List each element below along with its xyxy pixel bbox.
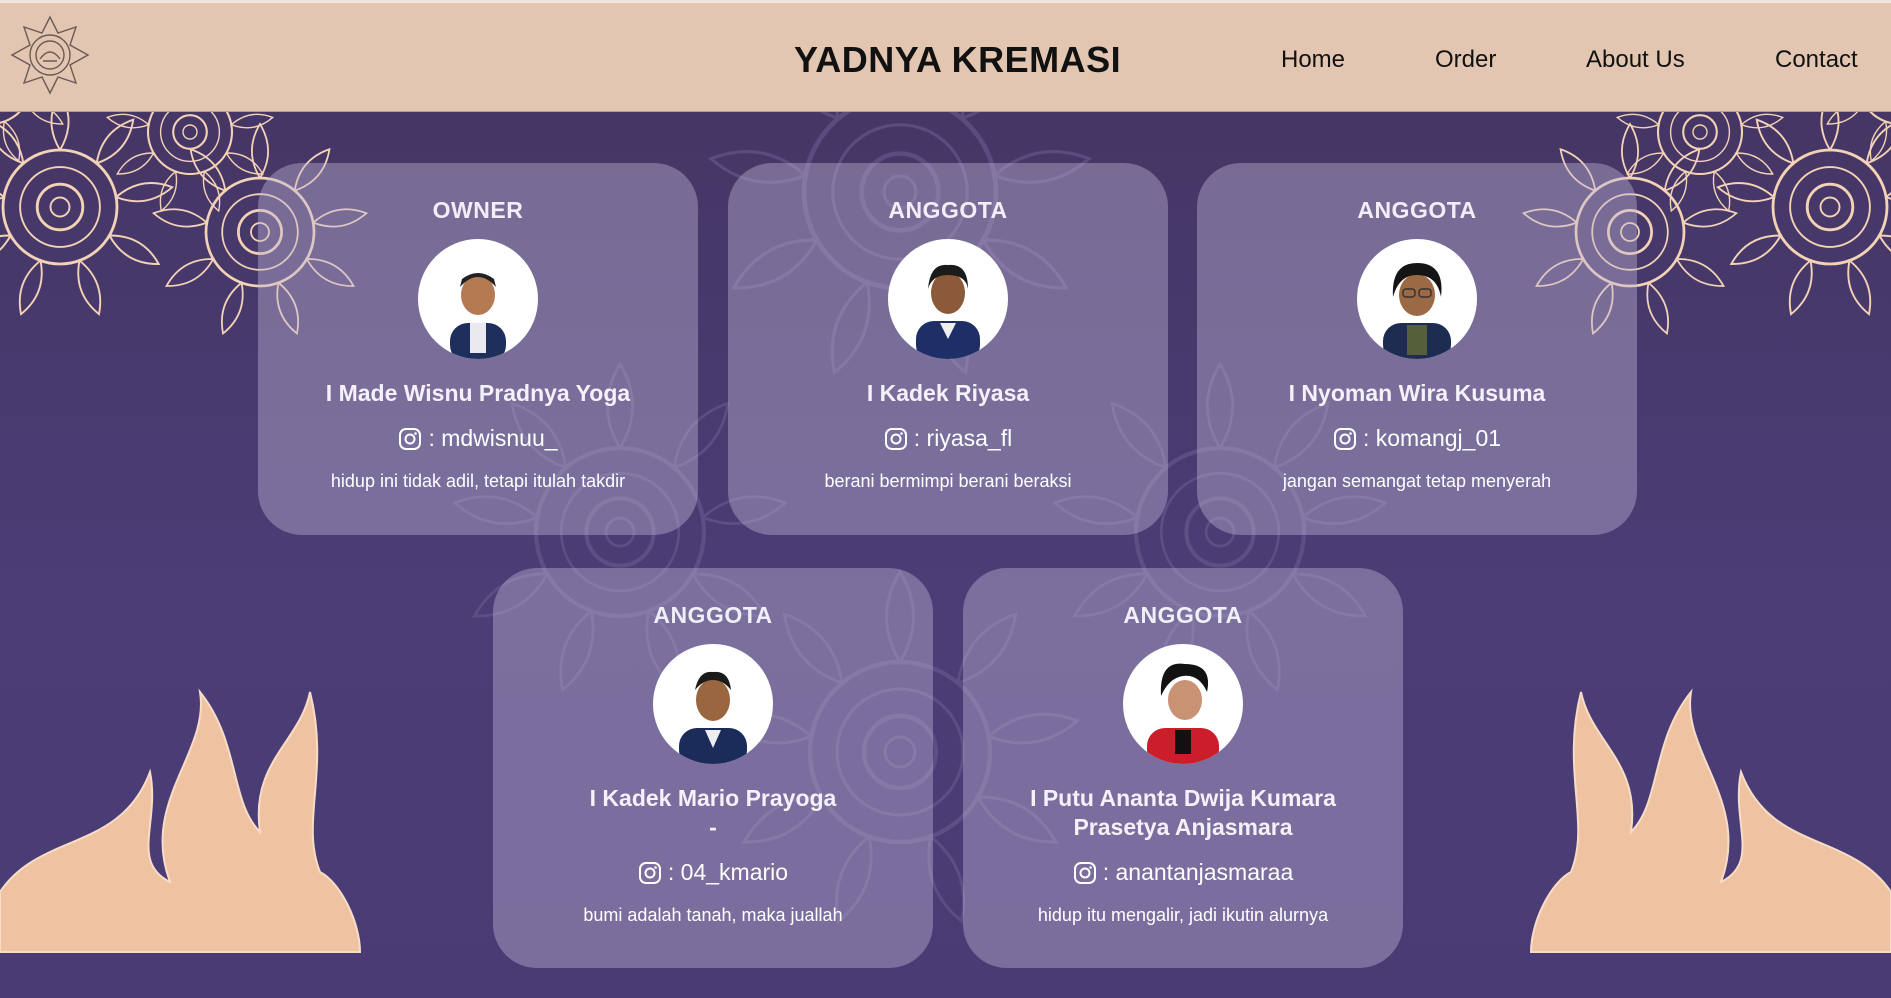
member-name: I Kadek Riyasa [866, 380, 1030, 406]
nav-order-link[interactable]: Order [1435, 46, 1496, 74]
instagram-icon [1073, 861, 1096, 884]
member-card-ananta: ANGGOTA I Putu Ananta Dwija Kumara Prase… [963, 568, 1403, 968]
site-title: YADNYA KREMASI [794, 39, 1122, 80]
instagram-username: : komangj_01 [1362, 425, 1502, 451]
member-role: ANGGOTA [888, 197, 1008, 223]
nav-home-link[interactable]: Home [1281, 46, 1345, 74]
avatar [1123, 644, 1243, 764]
member-role: OWNER [432, 197, 524, 223]
nav-contact-link[interactable]: Contact [1775, 46, 1858, 74]
member-card-wira: ANGGOTA I Nyoman Wira Kusuma : komangj_0… [1197, 163, 1637, 535]
instagram-username: : anantanjasmaraa [1102, 859, 1294, 885]
member-card-owner: OWNER I Made Wisnu Pradnya Yoga : mdwisn… [258, 163, 698, 535]
instagram-handle[interactable]: : anantanjasmaraa [963, 859, 1403, 886]
member-quote: bumi adalah tanah, maka juallah [583, 905, 843, 925]
instagram-icon [884, 427, 907, 450]
instagram-username: : riyasa_fl [913, 425, 1013, 451]
instagram-icon [638, 861, 661, 884]
member-role: ANGGOTA [1357, 197, 1477, 223]
member-name: I Made Wisnu Pradnya Yoga [325, 380, 631, 406]
avatar [418, 239, 538, 359]
member-card-mario: ANGGOTA I Kadek Mario Prayoga - : 04_kma… [493, 568, 933, 968]
instagram-handle[interactable]: : mdwisnuu_ [258, 425, 698, 452]
about-section: OWNER I Made Wisnu Pradnya Yoga : mdwisn… [0, 112, 1891, 998]
member-name-line2: Prasetya Anjasmara [1073, 814, 1293, 840]
instagram-icon [1333, 427, 1356, 450]
member-quote: berani bermimpi berani beraksi [824, 471, 1072, 491]
member-role: ANGGOTA [1123, 602, 1243, 628]
member-card-riyasa: ANGGOTA I Kadek Riyasa : riyasa_fl beran… [728, 163, 1168, 535]
member-name: I Putu Ananta Dwija Kumara [1030, 785, 1336, 811]
avatar [653, 644, 773, 764]
instagram-username: : 04_kmario [667, 859, 789, 885]
instagram-handle[interactable]: : riyasa_fl [728, 425, 1168, 452]
instagram-handle[interactable]: : 04_kmario [493, 859, 933, 886]
member-quote: jangan semangat tetap menyerah [1282, 471, 1552, 491]
member-name-line2: - [709, 814, 717, 840]
nav-about-us-link[interactable]: About Us [1586, 46, 1685, 74]
instagram-username: : mdwisnuu_ [428, 425, 558, 451]
member-role: ANGGOTA [653, 602, 773, 628]
instagram-icon [399, 427, 422, 450]
avatar [1357, 239, 1477, 359]
member-name: I Kadek Mario Prayoga [589, 785, 837, 811]
instagram-handle[interactable]: : komangj_01 [1197, 425, 1637, 452]
avatar [888, 239, 1008, 359]
site-header: YADNYA KREMASI Home Order About Us Conta… [0, 0, 1891, 112]
member-quote: hidup ini tidak adil, tetapi itulah takd… [330, 471, 626, 491]
member-name: I Nyoman Wira Kusuma [1288, 380, 1546, 406]
yadnya-logo[interactable] [10, 15, 90, 95]
member-quote: hidup itu mengalir, jadi ikutin alurnya [1037, 905, 1329, 925]
